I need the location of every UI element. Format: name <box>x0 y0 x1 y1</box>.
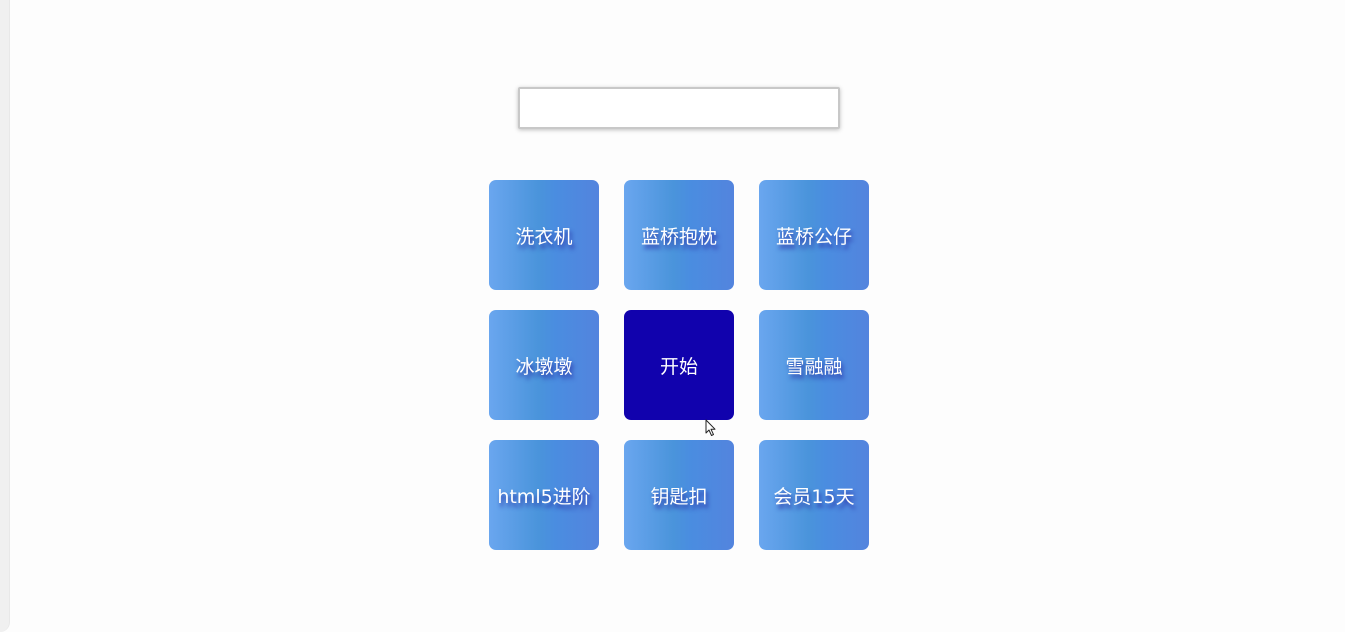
prize-cell-lanqiao-pillow[interactable]: 蓝桥抱枕 <box>624 180 734 290</box>
prize-cell-washing-machine[interactable]: 洗衣机 <box>489 180 599 290</box>
prize-cell-keychain[interactable]: 钥匙扣 <box>624 440 734 550</box>
prize-cell-shuey-rhon-rhon[interactable]: 雪融融 <box>759 310 869 420</box>
prize-cell-lanqiao-doll[interactable]: 蓝桥公仔 <box>759 180 869 290</box>
prize-cell-bing-dwen-dwen[interactable]: 冰墩墩 <box>489 310 599 420</box>
window-left-edge <box>0 0 10 632</box>
prize-cell-html5-advanced[interactable]: html5进阶 <box>489 440 599 550</box>
prize-cell-membership-15-days[interactable]: 会员15天 <box>759 440 869 550</box>
result-input[interactable] <box>518 87 840 129</box>
start-button[interactable]: 开始 <box>624 310 734 420</box>
lottery-grid: 洗衣机 蓝桥抱枕 蓝桥公仔 冰墩墩 开始 雪融融 html5进阶 钥匙扣 会员1… <box>489 180 869 550</box>
